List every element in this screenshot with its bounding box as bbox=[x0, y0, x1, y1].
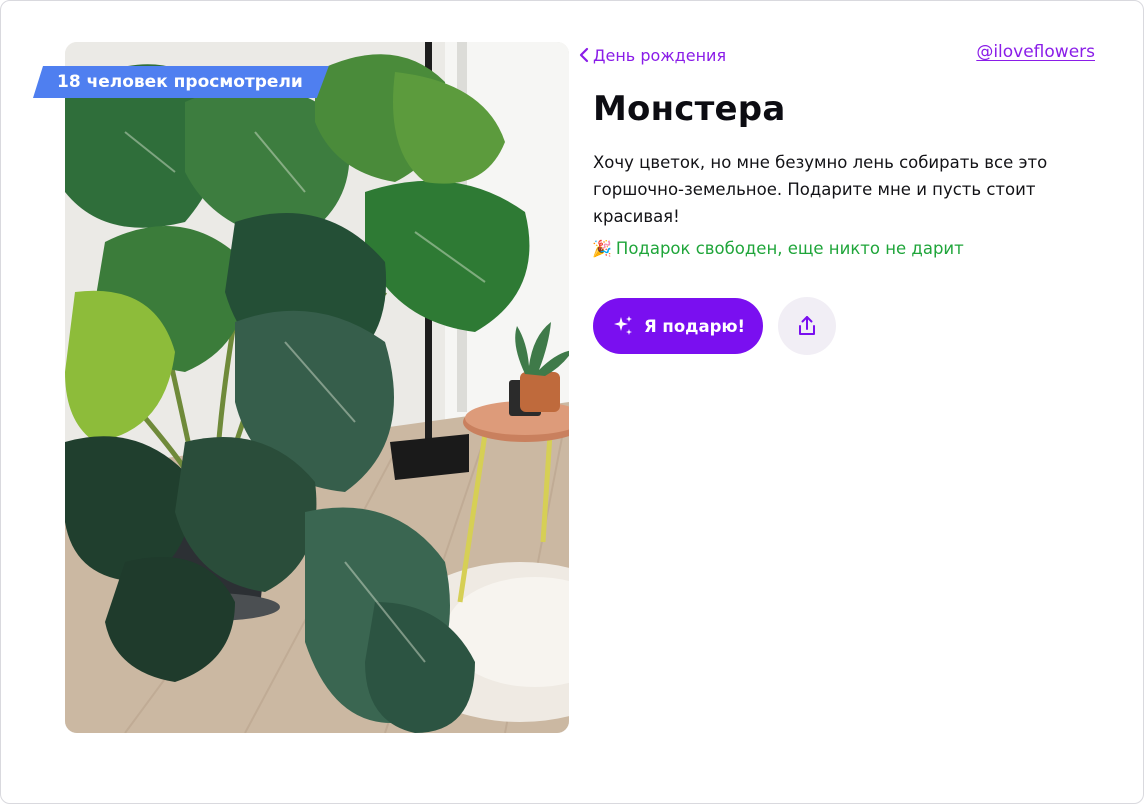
party-popper-icon: 🎉 bbox=[592, 239, 612, 258]
gift-description: Хочу цветок, но мне безумно лень собират… bbox=[593, 153, 1048, 226]
gift-button[interactable]: Я подарю! bbox=[593, 298, 763, 354]
views-badge: 18 человек просмотрели bbox=[33, 66, 329, 98]
gift-button-label: Я подарю! bbox=[643, 316, 746, 336]
back-link-label: День рождения bbox=[593, 45, 727, 65]
share-icon bbox=[799, 316, 815, 335]
gift-photo[interactable] bbox=[65, 42, 569, 733]
share-button[interactable] bbox=[778, 297, 836, 355]
gift-card-page: 18 человек просмотрели День рождения @il… bbox=[0, 0, 1144, 804]
gift-status: 🎉 Подарок свободен, еще никто не дарит bbox=[592, 239, 964, 258]
username-link[interactable]: @iloveflowers bbox=[976, 42, 1095, 62]
gift-title: Монстера bbox=[593, 89, 786, 129]
chevron-left-icon bbox=[579, 47, 589, 63]
back-link[interactable]: День рождения bbox=[578, 43, 726, 67]
monstera-plant-image bbox=[65, 42, 569, 733]
sparkles-icon bbox=[613, 316, 632, 335]
gift-status-text: Подарок свободен, еще никто не дарит bbox=[615, 239, 964, 258]
